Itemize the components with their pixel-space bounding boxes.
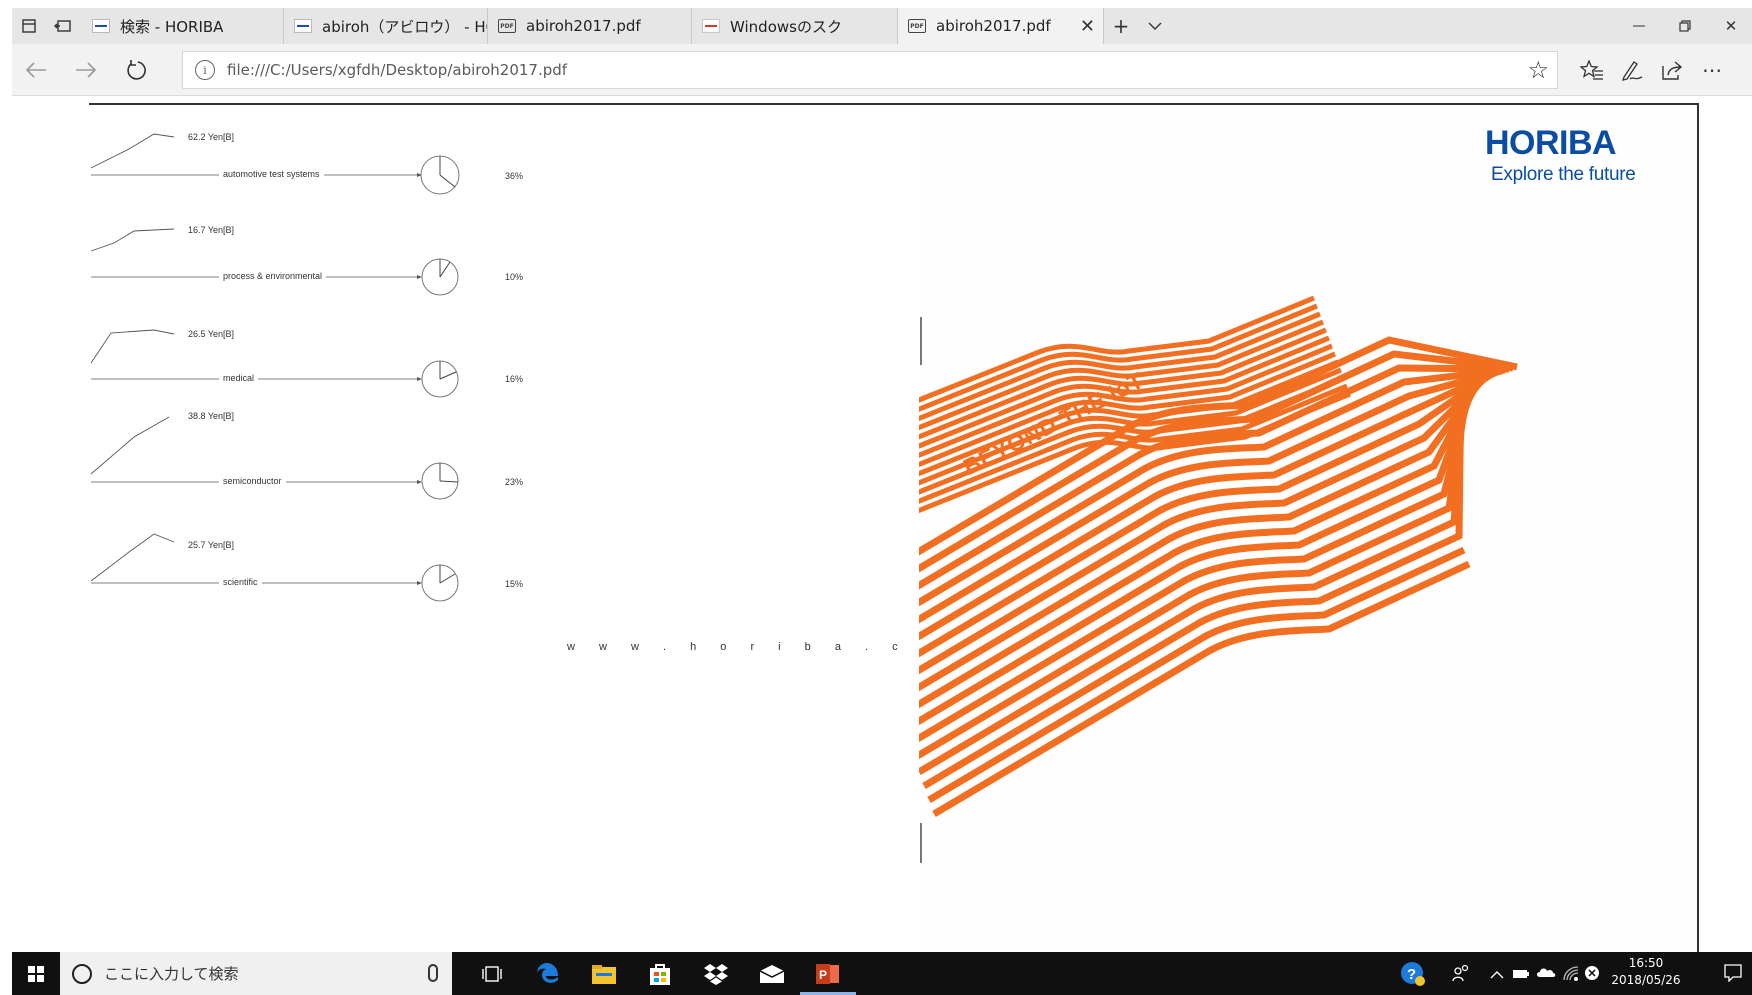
share-pie (421, 360, 459, 398)
file-explorer-icon[interactable] (576, 952, 632, 995)
segment-sales-label: 16.7 Yen[B] (188, 225, 235, 235)
refresh-icon[interactable] (118, 52, 154, 88)
star-icon[interactable]: ☆ (1527, 56, 1549, 84)
chevron-down-icon[interactable] (1138, 8, 1172, 44)
sales-trend-line (90, 416, 170, 475)
share-pie (421, 564, 459, 602)
segment-share-label: 36% (505, 171, 524, 181)
wifi-icon[interactable] (1562, 965, 1580, 985)
pdf-page-left: 62.2 Yen[B] automotive test systems 36% … (89, 103, 1012, 952)
pdf-viewer[interactable]: 62.2 Yen[B] automotive test systems 36% … (12, 97, 1752, 952)
arrow-head (417, 581, 422, 585)
segment-name-label: semiconductor (219, 476, 286, 486)
tab-windows-screenshot[interactable]: Windowsのスク (692, 8, 898, 44)
edge-icon[interactable] (520, 952, 576, 995)
mail-icon[interactable] (744, 952, 800, 995)
pdf-page-right: HORIBA Explore the future BEYOND THE IoT (919, 103, 1699, 952)
task-view-icon[interactable] (464, 952, 520, 995)
pdf-icon: PDF (908, 19, 926, 33)
tab-abiroh-pdf[interactable]: PDF abiroh2017.pdf (488, 8, 692, 44)
sales-trend-line (90, 228, 175, 252)
close-tab-icon[interactable]: ✕ (1080, 16, 1095, 37)
windows-taskbar: ここに入力して検索 P ? 16:50 2018/05/26 (12, 952, 1752, 995)
sales-trend-line (90, 133, 175, 169)
segment-share-label: 23% (505, 477, 524, 487)
set-tabs-aside-icon[interactable] (46, 8, 80, 44)
segment-name-label: scientific (219, 577, 262, 587)
segment-share-label: 10% (505, 272, 524, 282)
dropbox-icon[interactable] (688, 952, 744, 995)
close-icon[interactable]: ✕ (1708, 8, 1752, 44)
screen: 検索 - HORIBA abiroh（アビロウ） - HORIBA PDF ab… (0, 0, 1752, 995)
search-placeholder: ここに入力して検索 (104, 965, 239, 983)
arrow-head (417, 377, 422, 381)
help-icon[interactable]: ? (1400, 961, 1426, 991)
cortana-icon[interactable] (72, 963, 92, 984)
segment-sales-label: 38.8 Yen[B] (188, 411, 235, 421)
svg-text:P: P (819, 968, 827, 982)
segment-share-label: 16% (505, 374, 524, 384)
segment-sales-label: 25.7 Yen[B] (188, 540, 235, 550)
navigation-bar: i file:///C:/Users/xgfdh/Desktop/abiroh2… (12, 44, 1752, 96)
segment-name-label: process & environmental (219, 271, 327, 281)
arrow-head (417, 480, 422, 484)
favorites-list-icon[interactable] (1572, 52, 1612, 88)
address-bar[interactable]: i file:///C:/Users/xgfdh/Desktop/abiroh2… (182, 51, 1558, 89)
address-text: file:///C:/Users/xgfdh/Desktop/abiroh201… (227, 61, 568, 79)
viewer-margin (1701, 97, 1752, 952)
taskbar-search-box[interactable]: ここに入力して検索 (60, 952, 452, 995)
sales-trend-line (90, 329, 175, 364)
arrow-head (417, 275, 422, 279)
segment-name-label: automotive test systems (219, 169, 324, 179)
share-pie (421, 258, 459, 296)
clock[interactable]: 16:50 2018/05/26 (1608, 955, 1684, 989)
tab-abiroh-pdf-active[interactable]: PDF abiroh2017.pdf ✕ (898, 8, 1104, 44)
powerpoint-icon[interactable]: P (800, 952, 856, 995)
plus-icon[interactable]: + (1104, 8, 1138, 44)
tab-label: abiroh2017.pdf (936, 17, 1051, 35)
tab-label: 検索 - HORIBA (120, 17, 224, 36)
minimize-icon[interactable] (1616, 8, 1662, 44)
tab-label: Windowsのスク (730, 17, 842, 36)
forward-arrow-icon[interactable] (68, 52, 104, 88)
svg-text:?: ? (1407, 966, 1416, 983)
volume-muted-icon[interactable] (1584, 965, 1600, 985)
info-icon[interactable]: i (195, 60, 215, 80)
tab-label: abiroh2017.pdf (526, 17, 641, 35)
notifications-icon[interactable] (1724, 964, 1742, 986)
clock-date: 2018/05/26 (1611, 972, 1681, 987)
share-pie (420, 155, 460, 195)
pdf-icon: PDF (498, 19, 516, 33)
windows-start-icon[interactable] (12, 952, 60, 995)
tab-search-horiba[interactable]: 検索 - HORIBA (82, 8, 284, 44)
desktop-edge (0, 0, 12, 995)
orange-stripes-graphic (919, 295, 1518, 818)
microphone-icon[interactable] (428, 964, 438, 982)
horiba-favicon-icon (92, 19, 110, 33)
clock-time: 16:50 (1628, 956, 1664, 970)
horiba-favicon-icon (294, 19, 312, 33)
segment-sales-label: 62.2 Yen[B] (188, 132, 235, 142)
more-icon[interactable]: ⋯ (1692, 52, 1732, 88)
back-arrow-icon[interactable] (18, 52, 54, 88)
battery-icon (1512, 966, 1530, 984)
segment-sales-label: 26.5 Yen[B] (188, 329, 235, 339)
people-icon[interactable] (1452, 964, 1470, 986)
chevron-up-icon[interactable] (1490, 966, 1504, 984)
tab-abiroh-horiba[interactable]: abiroh（アビロウ） - HORIBA (284, 8, 488, 44)
onedrive-icon[interactable] (1536, 965, 1556, 983)
segment-share-label: 15% (505, 579, 524, 589)
share-pie (421, 462, 459, 500)
store-icon[interactable] (632, 952, 688, 995)
pen-icon[interactable] (1612, 52, 1652, 88)
share-icon[interactable] (1652, 52, 1692, 88)
tab-bar: 検索 - HORIBA abiroh（アビロウ） - HORIBA PDF ab… (12, 8, 1752, 44)
sales-trend-line (90, 533, 175, 582)
tab-label: abiroh（アビロウ） - HORIBA (322, 17, 487, 36)
horiba-favicon-icon (702, 19, 720, 33)
tab-preview-icon[interactable] (12, 8, 46, 44)
segment-name-label: medical (219, 373, 259, 383)
restore-icon[interactable] (1662, 8, 1708, 44)
